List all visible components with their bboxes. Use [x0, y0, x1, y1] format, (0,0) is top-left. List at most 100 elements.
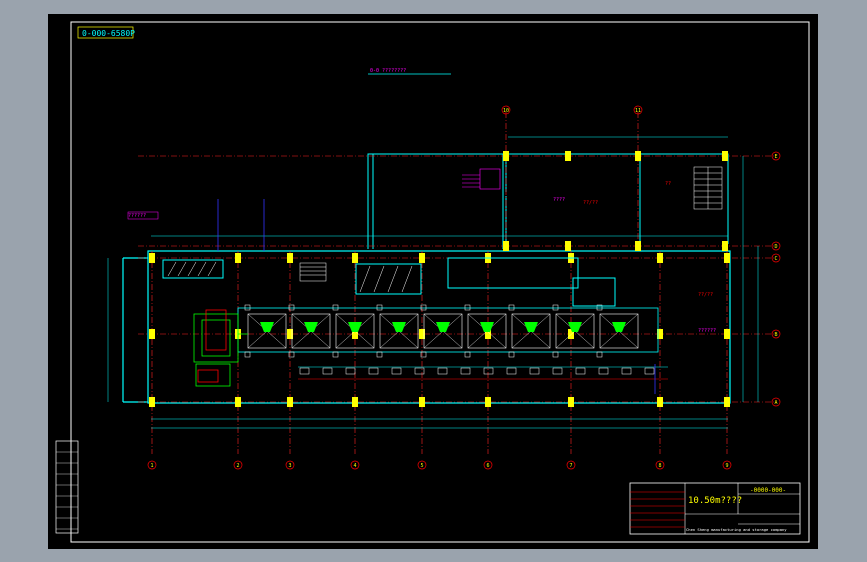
filter-support [332, 304, 339, 311]
column-marker [724, 329, 730, 339]
filter-unit-hopper [260, 322, 274, 332]
grid-label-upper: 11 [635, 108, 641, 114]
left-tag: ?????? [128, 213, 146, 219]
valve-box [621, 367, 632, 375]
filter-support [376, 304, 383, 311]
grid-label-row: A [774, 400, 777, 406]
valve-box [598, 367, 609, 375]
section-title: 0-0 ???????? [370, 68, 406, 74]
filter-unit-hopper [480, 322, 494, 332]
valve-box [437, 367, 448, 375]
grid-label-row: B [774, 332, 777, 338]
column-marker [149, 253, 155, 263]
service-lines [217, 199, 656, 394]
column-marker [149, 397, 155, 407]
room-label-4: ??/?? [698, 292, 713, 298]
stair-upper-right [693, 166, 723, 210]
grid-label-row: D [774, 244, 777, 250]
title-block: 10.50m???? -0000-000- Chen Sheng manufac… [629, 482, 801, 535]
filter-unit-hopper [612, 322, 626, 332]
valve-box [299, 367, 310, 375]
filter-support [244, 304, 251, 311]
right-tag: ?????? [698, 328, 716, 334]
column-marker [352, 397, 358, 407]
valve-box [644, 367, 655, 375]
grid-label-column: 1 [150, 463, 153, 469]
equipment-small-row [298, 366, 668, 380]
floor-plan-svg: 0-000-6580P 0-0 ???????? 1 2 3 4 5 6 7 8 9 A B CD E 1… [55, 21, 810, 543]
filter-support [464, 351, 471, 358]
column-marker [149, 329, 155, 339]
grid-label-column: 9 [725, 463, 728, 469]
column-marker [503, 241, 509, 251]
revision-table [55, 440, 79, 534]
stair-magenta [462, 168, 501, 190]
duct-boxes [162, 257, 616, 307]
equipment-units [237, 304, 659, 358]
grid-label-column: 2 [236, 463, 239, 469]
column-marker [503, 151, 509, 161]
structural-columns [149, 151, 730, 407]
column-marker [235, 253, 241, 263]
grid-label-column: 8 [658, 463, 661, 469]
title-block-title: 10.50m???? [688, 496, 742, 506]
column-marker [235, 397, 241, 407]
code-tag: 0-000-6580P [82, 29, 135, 38]
column-marker [568, 397, 574, 407]
column-marker [657, 253, 663, 263]
grid-label-upper: 10 [503, 108, 509, 114]
filter-support [596, 351, 603, 358]
main-walls [122, 250, 731, 404]
cad-drawing-canvas: 0-000-6580P 0-0 ???????? 1 2 3 4 5 6 7 8 9 A B CD E 1… [48, 14, 818, 549]
filter-unit-hopper [392, 322, 406, 332]
valve-box [322, 367, 333, 375]
column-marker [565, 241, 571, 251]
filter-support [464, 304, 471, 311]
filter-support [508, 351, 515, 358]
dimension-lines [107, 136, 759, 429]
grid-label-row: C [774, 256, 777, 262]
column-marker [287, 397, 293, 407]
room-label-1: ???? [553, 197, 565, 203]
filter-unit-hopper [524, 322, 538, 332]
room-label-2: ??/?? [583, 200, 598, 206]
filter-support [508, 304, 515, 311]
valve-box [575, 367, 586, 375]
grid-label-column: 4 [353, 463, 356, 469]
filter-support [244, 351, 251, 358]
column-marker [722, 241, 728, 251]
grid-label-column: 5 [420, 463, 423, 469]
column-marker [724, 397, 730, 407]
valve-box [414, 367, 425, 375]
grid-label-column: 6 [486, 463, 489, 469]
valve-box [529, 367, 540, 375]
filter-support [552, 304, 559, 311]
column-marker [635, 241, 641, 251]
valve-box [506, 367, 517, 375]
filter-unit-hopper [348, 322, 362, 332]
grid-label-column: 7 [569, 463, 572, 469]
column-marker [724, 253, 730, 263]
filter-unit-hopper [436, 322, 450, 332]
column-marker [722, 151, 728, 161]
filter-unit-hopper [304, 322, 318, 332]
valve-box [345, 367, 356, 375]
grid-label-column: 3 [288, 463, 291, 469]
room-label-3: ?? [665, 181, 671, 187]
column-marker [352, 253, 358, 263]
column-marker [635, 151, 641, 161]
title-block-footer: Chen Sheng manufacturing and storage com… [686, 527, 787, 532]
valve-box [391, 367, 402, 375]
stair-small [299, 262, 327, 282]
title-block-code: -0000-000- [750, 487, 786, 494]
grid-label-row: E [774, 154, 777, 160]
column-marker [287, 253, 293, 263]
drawing-border [70, 21, 810, 543]
filter-support [552, 351, 559, 358]
valve-box [552, 367, 563, 375]
valve-box [483, 367, 494, 375]
column-marker [657, 397, 663, 407]
filter-support [376, 351, 383, 358]
filter-support [332, 351, 339, 358]
valve-box [460, 367, 471, 375]
